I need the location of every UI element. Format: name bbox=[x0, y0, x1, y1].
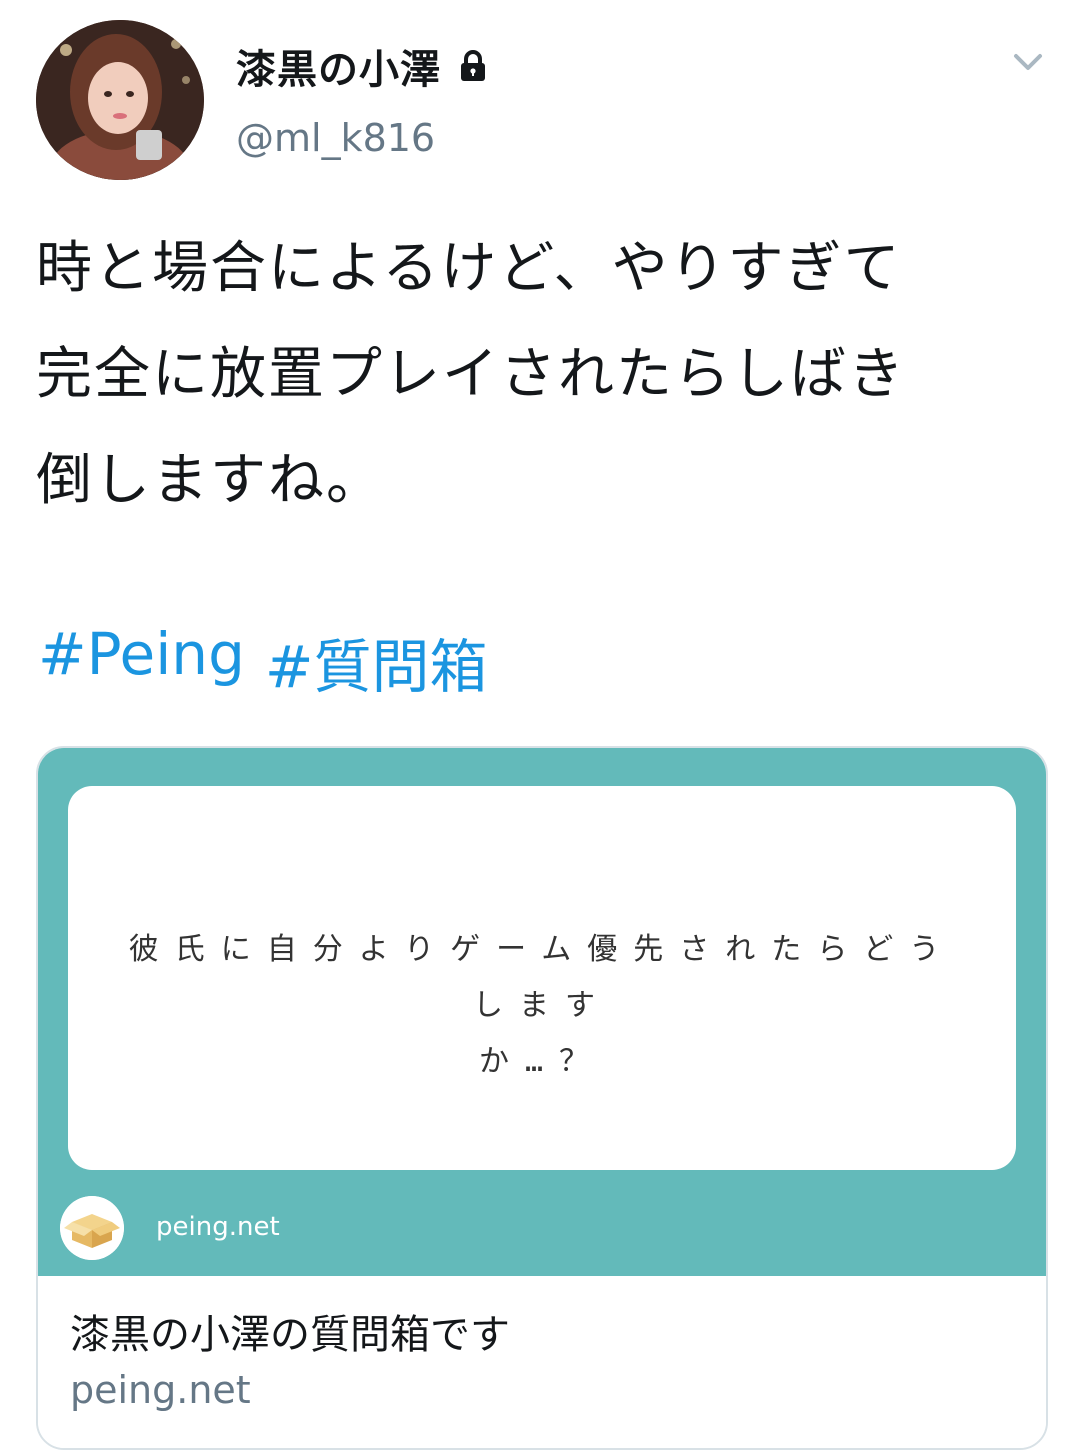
user-handle[interactable]: @ml_k816 bbox=[236, 116, 435, 160]
question-box: 彼氏に自分よりゲーム優先されたらどうします か…？ bbox=[68, 786, 1016, 1170]
hashtag-peing[interactable]: #Peing bbox=[38, 620, 245, 704]
chevron-down-icon[interactable] bbox=[1008, 46, 1048, 78]
card-image[interactable]: 彼氏に自分よりゲーム優先されたらどうします か…？ peing.net bbox=[38, 748, 1046, 1276]
question-line: か…？ bbox=[478, 1044, 606, 1079]
avatar[interactable] bbox=[36, 20, 204, 180]
card-title: 漆黒の小澤の質問箱です bbox=[70, 1312, 510, 1358]
hashtag-list: #Peing #質問箱 bbox=[38, 620, 488, 704]
hashtag-question-box[interactable]: #質問箱 bbox=[265, 620, 488, 704]
question-line: 彼氏に自分よりゲーム優先されたらどうします bbox=[128, 932, 956, 1023]
avatar-photo bbox=[36, 20, 204, 180]
card-info[interactable]: 漆黒の小澤の質問箱です peing.net bbox=[38, 1276, 1046, 1448]
peing-box-icon bbox=[60, 1196, 124, 1260]
tweet-text: 時と場合によるけど、やりすぎて 完全に放置プレイされたらしばき 倒しますね。 bbox=[36, 216, 1046, 534]
card-image-domain: peing.net bbox=[156, 1212, 280, 1242]
name-row: 漆黒の小澤 bbox=[236, 38, 491, 94]
display-name[interactable]: 漆黒の小澤 bbox=[236, 37, 441, 95]
link-card[interactable]: 彼氏に自分よりゲーム優先されたらどうします か…？ peing.net 漆黒の小… bbox=[36, 746, 1048, 1450]
question-text: 彼氏に自分よりゲーム優先されたらどうします か…？ bbox=[108, 922, 976, 1090]
tweet-text-line: 時と場合によるけど、やりすぎて bbox=[36, 236, 902, 301]
tweet-header: 漆黒の小澤 @ml_k816 bbox=[0, 0, 1080, 200]
card-domain: peing.net bbox=[70, 1368, 251, 1412]
tweet-text-line: 倒しますね。 bbox=[36, 448, 384, 513]
lock-icon bbox=[455, 48, 491, 84]
tweet-text-line: 完全に放置プレイされたらしばき bbox=[36, 342, 906, 407]
